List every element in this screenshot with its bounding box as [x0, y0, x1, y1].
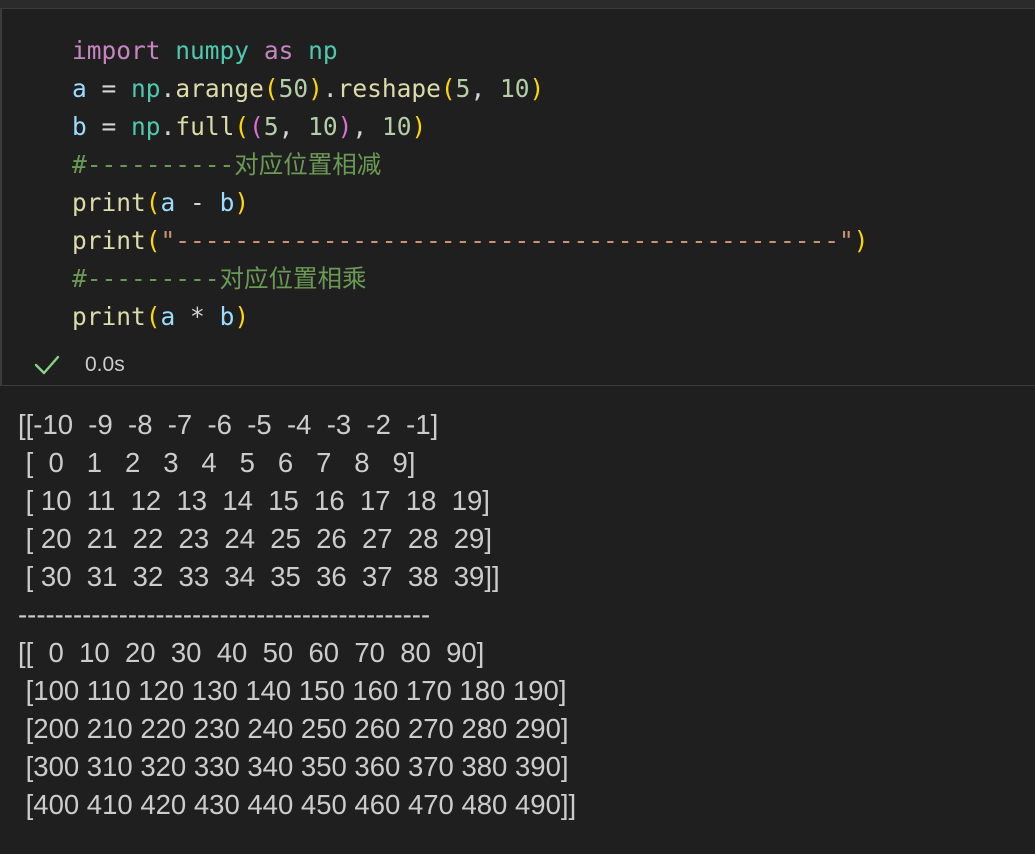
code-token: *	[175, 302, 220, 331]
code-token: ,	[278, 112, 309, 141]
cell-output: [[-10 -9 -8 -7 -6 -5 -4 -3 -2 -1] [ 0 1 …	[18, 406, 576, 824]
code-token: full	[175, 112, 235, 141]
code-token: np	[131, 112, 161, 141]
code-token: 10	[308, 112, 338, 141]
output-line: [300 310 320 330 340 350 360 370 380 390…	[18, 751, 569, 782]
code-token: print	[72, 226, 146, 255]
code-token: numpy	[175, 36, 250, 65]
code-token: print	[72, 188, 146, 217]
code-token: 50	[278, 74, 309, 103]
code-token: (	[234, 112, 250, 141]
code-token: )	[411, 112, 427, 141]
cell-top-border	[0, 0, 1035, 9]
code-token: .	[160, 112, 176, 141]
code-token: )	[234, 302, 250, 331]
code-line[interactable]: print(a * b)	[72, 298, 869, 336]
code-token: (	[145, 302, 161, 331]
code-line[interactable]: #---------对应位置相乘	[72, 260, 869, 298]
output-line: [[ 0 10 20 30 40 50 60 70 80 90]	[18, 637, 485, 668]
output-line: [100 110 120 130 140 150 160 170 180 190…	[18, 675, 567, 706]
code-token: import	[72, 36, 161, 65]
code-line[interactable]: print("---------------------------------…	[72, 222, 869, 260]
code-token: #---------对应位置相乘	[72, 264, 367, 293]
output-line: [ 0 1 2 3 4 5 6 7 8 9]	[18, 447, 416, 478]
code-token: np	[131, 74, 161, 103]
code-token: )	[234, 188, 250, 217]
check-icon	[34, 355, 60, 375]
code-token: a	[160, 188, 176, 217]
code-token: b	[219, 188, 235, 217]
code-token: (	[249, 112, 264, 141]
code-token: b	[219, 302, 235, 331]
output-line: [[-10 -9 -8 -7 -6 -5 -4 -3 -2 -1]	[18, 409, 439, 440]
code-token: #----------对应位置相减	[72, 150, 382, 179]
code-token: (	[145, 188, 161, 217]
code-token: print	[72, 302, 146, 331]
code-token: ,	[352, 112, 382, 141]
code-token: np	[308, 36, 338, 65]
code-token: )	[337, 112, 353, 141]
output-line: [ 20 21 22 23 24 25 26 27 28 29]	[18, 523, 492, 554]
output-line: ----------------------------------------…	[18, 599, 431, 630]
code-token: "---------------------------------------…	[160, 226, 854, 255]
code-token: (	[263, 74, 279, 103]
code-token: )	[529, 74, 545, 103]
output-line: [ 10 11 12 13 14 15 16 17 18 19]	[18, 485, 490, 516]
code-token: .	[322, 74, 338, 103]
code-token: a	[72, 74, 87, 103]
output-line: [400 410 420 430 440 450 460 470 480 490…	[18, 789, 577, 820]
code-token: as	[263, 36, 294, 65]
code-token: 10	[381, 112, 412, 141]
code-token: )	[308, 74, 323, 103]
code-token: a	[160, 302, 176, 331]
code-line[interactable]: print(a - b)	[72, 184, 869, 222]
code-line[interactable]: #----------对应位置相减	[72, 146, 869, 184]
code-token: =	[86, 112, 132, 141]
code-token: 5	[263, 112, 279, 141]
code-editor[interactable]: import numpy as np a = np.arange(50).resh…	[0, 9, 1035, 386]
code-token: .	[160, 74, 176, 103]
notebook-cell: import numpy as np a = np.arange(50).resh…	[0, 0, 1035, 854]
code-token: b	[72, 112, 87, 141]
code-token: 10	[499, 74, 530, 103]
execution-status: 0.0s	[33, 343, 125, 387]
output-line: [200 210 220 230 240 250 260 270 280 290…	[18, 713, 569, 744]
code-token: (	[145, 226, 161, 255]
code-token: arange	[175, 74, 264, 103]
code-token: 5	[455, 74, 471, 103]
code-lines[interactable]: import numpy as np a = np.arange(50).resh…	[72, 32, 869, 336]
code-token: -	[175, 188, 220, 217]
code-line[interactable]: import numpy as np	[72, 32, 869, 70]
code-line[interactable]: a = np.arange(50).reshape(5, 10)	[72, 70, 869, 108]
code-token: =	[86, 74, 132, 103]
execution-time: 0.0s	[85, 353, 125, 376]
code-line[interactable]: b = np.full((5, 10), 10)	[72, 108, 869, 146]
code-token: (	[440, 74, 456, 103]
code-token: )	[853, 226, 869, 255]
code-token: reshape	[337, 74, 441, 103]
output-line: [ 30 31 32 33 34 35 36 37 38 39]]	[18, 561, 500, 592]
code-token: ,	[470, 74, 500, 103]
